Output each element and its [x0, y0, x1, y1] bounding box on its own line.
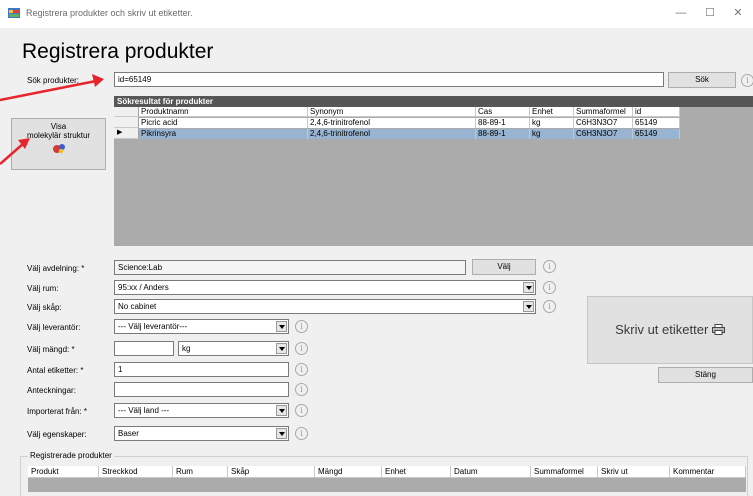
row-header[interactable] [114, 117, 139, 128]
table-cell[interactable]: 65149 [633, 118, 680, 128]
info-icon[interactable]: i [543, 300, 556, 313]
page-title: Registrera produkter [22, 40, 214, 63]
column-header-rum[interactable]: Rum [173, 466, 228, 478]
egenskaper-label: Välj egenskaper: [27, 430, 87, 439]
chevron-down-icon[interactable] [276, 405, 287, 416]
app-icon [8, 8, 20, 18]
avdelning-field: Science:Lab [114, 260, 466, 275]
chevron-down-icon[interactable] [523, 301, 534, 312]
registered-products-title: Registrerade produkter [28, 451, 114, 460]
importerat-value: --- Välj land --- [118, 406, 170, 415]
annotation-arrows [0, 74, 104, 165]
rum-select[interactable]: 95:xx / Anders [114, 280, 536, 295]
column-header-enhet[interactable]: Enhet [530, 107, 574, 117]
close-button[interactable]: Stäng [658, 367, 753, 383]
table-cell[interactable]: C6H3N3O7 [574, 129, 633, 139]
search-button[interactable]: Sök [668, 72, 736, 88]
column-header-enhet[interactable]: Enhet [382, 466, 451, 478]
egenskaper-select[interactable]: Baser [114, 426, 289, 441]
close-window-button[interactable]: ✕ [728, 4, 748, 22]
table-cell[interactable]: 2,4,6-trinitrofenol [308, 118, 476, 128]
importerat-label: Importerat från: * [27, 407, 88, 416]
choose-avdelning-button[interactable]: Välj [472, 259, 536, 275]
table-cell[interactable]: kg [530, 129, 574, 139]
table-cell[interactable]: 88-89-1 [476, 118, 530, 128]
column-header-streckkod[interactable]: Streckkod [99, 466, 173, 478]
anteckningar-input[interactable] [114, 382, 289, 397]
print-labels-label: Skriv ut etiketter [615, 322, 709, 337]
mangd-label: Välj mängd: * [27, 345, 75, 354]
antal-label: Antal etiketter: * [27, 366, 84, 375]
chevron-down-icon[interactable] [276, 343, 287, 354]
registered-products-grid[interactable]: Produkt Streckkod Rum Skåp Mängd Enhet D… [28, 466, 746, 492]
column-header-mangd[interactable]: Mängd [315, 466, 382, 478]
column-header-cas[interactable]: Cas [476, 107, 530, 117]
maximize-button[interactable]: ☐ [700, 4, 720, 22]
skap-value: No cabinet [118, 302, 157, 311]
leverantor-select[interactable]: --- Välj leverantör--- [114, 319, 289, 334]
chevron-down-icon[interactable] [276, 428, 287, 439]
info-icon[interactable]: i [295, 404, 308, 417]
column-header-synonym[interactable]: Synonym [308, 107, 476, 117]
rum-value: 95:xx / Anders [118, 283, 169, 292]
table-cell[interactable]: Picric acid [139, 118, 308, 128]
info-icon[interactable]: i [741, 74, 753, 87]
minimize-button[interactable]: — [671, 4, 691, 22]
table-cell[interactable]: 88-89-1 [476, 129, 530, 139]
egenskaper-value: Baser [118, 429, 139, 438]
info-icon[interactable]: i [295, 320, 308, 333]
column-header-id[interactable]: id [633, 107, 680, 117]
info-icon[interactable]: i [295, 342, 308, 355]
column-header-skap[interactable]: Skåp [228, 466, 315, 478]
results-caption: Sökresultat för produkter [114, 96, 753, 107]
unit-select[interactable]: kg [178, 341, 289, 356]
column-header-produkt[interactable]: Produkt [28, 466, 99, 478]
table-cell[interactable]: C6H3N3O7 [574, 118, 633, 128]
info-icon[interactable]: i [295, 363, 308, 376]
window-title: Registrera produkter och skriv ut etiket… [26, 8, 193, 18]
info-icon[interactable]: i [295, 383, 308, 396]
row-header-corner [114, 107, 139, 117]
skap-select[interactable]: No cabinet [114, 299, 536, 314]
avdelning-label: Välj avdelning: * [27, 264, 85, 273]
column-header-summaformel[interactable]: Summaformel [531, 466, 598, 478]
rum-label: Välj rum: [27, 284, 59, 293]
info-icon[interactable]: i [543, 281, 556, 294]
chevron-down-icon[interactable] [523, 282, 534, 293]
unit-value: kg [182, 344, 191, 353]
table-cell[interactable]: 2,4,6-trinitrofenol [308, 129, 476, 139]
column-header-datum[interactable]: Datum [451, 466, 531, 478]
column-header-summaformel[interactable]: Summaformel [574, 107, 633, 117]
column-header-skriv-ut[interactable]: Skriv ut [598, 466, 670, 478]
table-cell[interactable]: Pikrinsyra [139, 129, 308, 139]
anteckningar-label: Anteckningar: [27, 386, 76, 395]
antal-input[interactable]: 1 [114, 362, 289, 377]
search-input[interactable]: id=65149 [114, 72, 664, 87]
column-header-kommentar[interactable]: Kommentar [670, 466, 746, 478]
chevron-down-icon[interactable] [276, 321, 287, 332]
info-icon[interactable]: i [543, 260, 556, 273]
column-header-produktnamn[interactable]: Produktnamn [139, 107, 308, 117]
table-cell[interactable]: kg [530, 118, 574, 128]
skap-label: Välj skåp: [27, 303, 62, 312]
leverantor-label: Välj leverantör: [27, 323, 81, 332]
current-row-marker[interactable]: ▶ [114, 128, 139, 139]
importerat-select[interactable]: --- Välj land --- [114, 403, 289, 418]
mangd-input[interactable] [114, 341, 174, 356]
info-icon[interactable]: i [295, 427, 308, 440]
table-cell[interactable]: 65149 [633, 129, 680, 139]
leverantor-value: --- Välj leverantör--- [118, 322, 188, 331]
printer-icon [711, 324, 725, 335]
print-labels-button[interactable]: Skriv ut etiketter [587, 296, 753, 364]
